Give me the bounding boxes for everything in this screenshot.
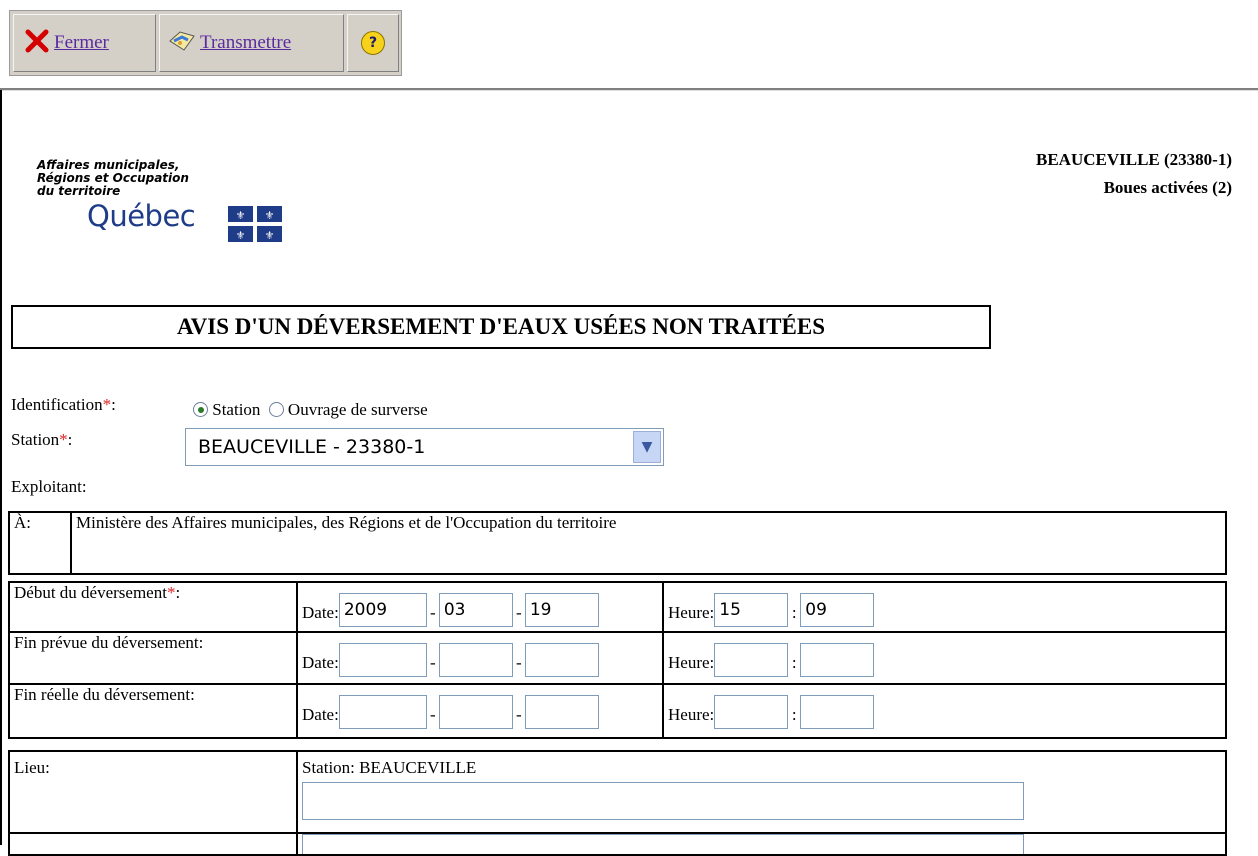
close-icon <box>24 28 50 59</box>
spill-planned-end-date: Date: - - <box>296 631 664 685</box>
svg-text:⚜: ⚜ <box>265 229 275 242</box>
label-suffix: : <box>67 430 73 449</box>
quebec-wordmark: Québec <box>87 199 196 233</box>
location-label: Lieu: <box>8 750 298 834</box>
station-select-value: BEAUCEVILLE - 23380-1 <box>198 436 426 458</box>
spill-start-date: Date: 2009-03-19 <box>296 581 664 633</box>
table-row: Lieu: Station: BEAUCEVILLE <box>8 750 1227 834</box>
toolbar: Fermer Transmettre ? <box>9 10 402 76</box>
day-input[interactable] <box>524 643 599 677</box>
required-mark: * <box>59 430 68 449</box>
svg-text:⚜: ⚜ <box>236 209 246 222</box>
minute-input[interactable]: 09 <box>800 593 875 627</box>
spill-planned-end-label: Fin prévue du déversement: <box>8 631 298 685</box>
month-input[interactable] <box>438 695 513 729</box>
close-button[interactable]: Fermer <box>13 14 156 72</box>
spill-actual-end-date: Date: - - <box>296 683 664 739</box>
year-input[interactable]: 2009 <box>338 593 427 627</box>
transmit-link[interactable]: Transmettre <box>200 32 291 54</box>
minute-input[interactable] <box>800 695 875 729</box>
left-border <box>0 90 2 845</box>
next-row-label <box>8 832 298 856</box>
hour-input[interactable] <box>714 643 789 677</box>
overflow-radio-label[interactable]: Ouvrage de surverse <box>288 400 428 419</box>
identification-label: Identification*: <box>11 395 116 415</box>
minute-input[interactable] <box>800 643 875 677</box>
divider <box>0 90 1258 91</box>
location-cell: Station: BEAUCEVILLE <box>296 750 1227 834</box>
transmit-icon <box>168 29 196 58</box>
table-row: Fin prévue du déversement: Date: - - Heure… <box>8 631 1227 685</box>
spill-start-time: Heure: 15:09 <box>662 581 1227 633</box>
svg-text:⚜: ⚜ <box>265 209 275 222</box>
table-row: Fin réelle du déversement: Date: - - Heure… <box>8 683 1227 739</box>
day-input[interactable] <box>524 695 599 729</box>
form-title: AVIS D'UN DÉVERSEMENT D'EAUX USÉES NON T… <box>11 305 991 349</box>
location-table: Lieu: Station: BEAUCEVILLE <box>8 750 1227 856</box>
spill-start-label: Début du déversement*: <box>8 581 298 633</box>
overflow-radio[interactable] <box>268 402 284 417</box>
location-input[interactable] <box>302 782 1024 820</box>
spill-actual-end-time: Heure:: <box>662 683 1227 739</box>
time-label: Heure: <box>668 705 715 724</box>
hour-input[interactable] <box>714 695 789 729</box>
close-link[interactable]: Fermer <box>54 32 109 54</box>
date-label: Date: <box>302 705 339 724</box>
station-label: Station*: <box>11 430 72 450</box>
date-label: Date: <box>302 603 339 622</box>
hour-input[interactable]: 15 <box>714 593 789 627</box>
ministry-logo-text: Affaires municipales, Régions et Occupat… <box>37 159 189 198</box>
exploitant-label: Exploitant: <box>11 477 87 496</box>
quebec-flag-icon: ⚜ ⚜ ⚜ ⚜ <box>228 206 282 242</box>
time-label: Heure: <box>668 653 715 672</box>
transmit-button[interactable]: Transmettre <box>159 14 344 72</box>
year-input[interactable] <box>338 643 427 677</box>
chevron-down-icon[interactable]: ▼ <box>633 431 661 463</box>
station-id: BEAUCEVILLE (23380-1) <box>1036 150 1232 169</box>
spill-table: Début du déversement*: Date: 2009-03-19 H… <box>8 581 1227 739</box>
identification-label-text: Identification <box>11 395 103 414</box>
date-label: Date: <box>302 653 339 672</box>
identification-radio-group: Station Ouvrage de surverse <box>193 400 428 420</box>
spill-actual-end-label: Fin réelle du déversement: <box>8 683 298 739</box>
svg-text:⚜: ⚜ <box>236 229 246 242</box>
station-label-text: Station <box>11 430 60 449</box>
label-suffix: : <box>111 395 116 414</box>
help-button[interactable]: ? <box>347 14 399 72</box>
recipient-label: À: <box>8 511 72 575</box>
recipient-table: À: Ministère des Affaires municipales, d… <box>8 511 1227 575</box>
month-input[interactable]: 03 <box>438 593 513 627</box>
year-input[interactable] <box>338 695 427 729</box>
spill-planned-end-time: Heure:: <box>662 631 1227 685</box>
treatment-process: Boues activées (2) <box>1103 178 1232 197</box>
station-radio[interactable] <box>193 402 208 417</box>
location-value: Station: BEAUCEVILLE <box>302 758 477 777</box>
logo-line: du territoire <box>37 184 121 198</box>
table-row <box>8 832 1227 856</box>
station-header: BEAUCEVILLE (23380-1) Boues activées (2) <box>1036 146 1232 202</box>
recipient-value: Ministère des Affaires municipales, des … <box>70 511 1227 575</box>
station-select[interactable]: BEAUCEVILLE - 23380-1 ▼ <box>185 428 664 466</box>
required-mark: * <box>102 395 112 414</box>
time-label: Heure: <box>668 603 715 622</box>
help-icon: ? <box>361 31 385 55</box>
next-row-cell <box>296 832 1227 856</box>
table-row: Début du déversement*: Date: 2009-03-19 H… <box>8 581 1227 633</box>
next-input[interactable] <box>302 834 1024 854</box>
station-radio-label[interactable]: Station <box>212 400 260 419</box>
month-input[interactable] <box>438 643 513 677</box>
day-input[interactable]: 19 <box>524 593 599 627</box>
